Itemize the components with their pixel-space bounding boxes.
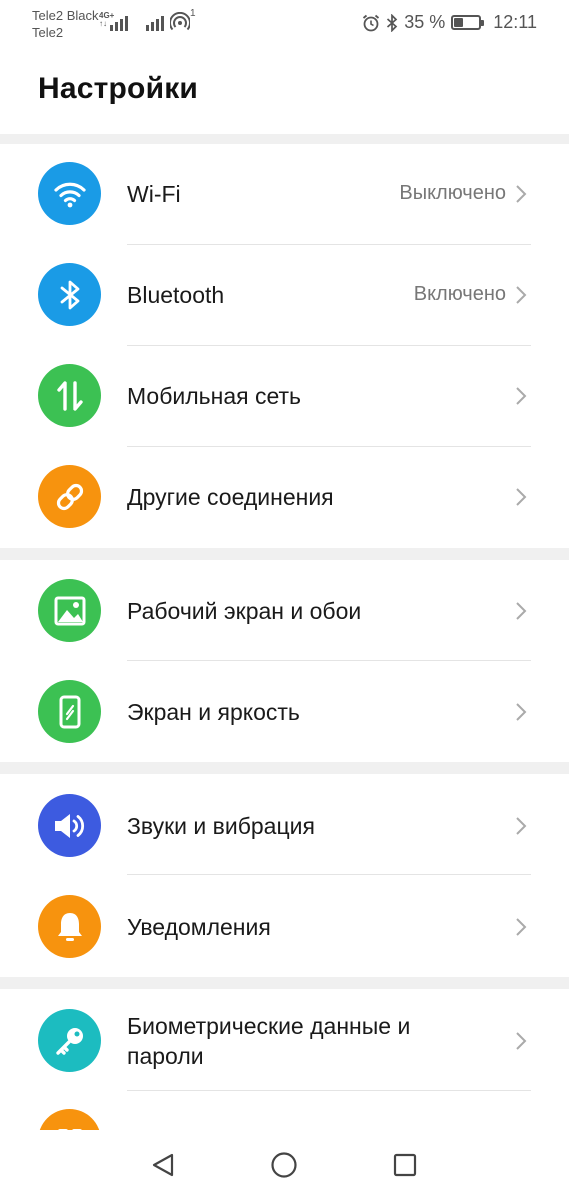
clock: 12:11: [493, 12, 537, 32]
settings-item-label: Wi-Fi: [127, 181, 181, 207]
mobile-data-icon: [38, 364, 101, 427]
settings-item-apps[interactable]: [0, 1091, 569, 1130]
sound-icon: [38, 794, 101, 857]
settings-item-label: Биометрические данные и: [127, 1013, 411, 1039]
settings-item-sounds[interactable]: Звуки и вибрация: [0, 774, 569, 875]
settings-item-other-connections[interactable]: Другие соединения: [0, 447, 569, 548]
battery-percent: 35 %: [404, 12, 446, 32]
wifi-status-value: Выключено: [399, 182, 506, 204]
apps-icon: [38, 1109, 101, 1130]
battery-icon: [451, 15, 485, 30]
group-separator: [0, 134, 569, 144]
bluetooth-status-value: Включено: [413, 283, 506, 305]
chevron-right-icon: [516, 817, 527, 835]
recents-button[interactable]: [390, 1150, 420, 1180]
status-bar: Tele2 Black Tele2 4G+ ↑↓ 1 35 % 12:11: [0, 0, 569, 48]
chevron-right-icon: [516, 488, 527, 506]
settings-item-notifications[interactable]: Уведомления: [0, 875, 569, 977]
settings-item-label: Мобильная сеть: [127, 383, 302, 409]
signal-icon: [110, 16, 128, 31]
back-triangle-icon: [152, 1153, 174, 1177]
chevron-right-icon: [516, 185, 527, 203]
wifi-icon: [38, 162, 101, 225]
settings-item-label: Звуки и вибрация: [127, 813, 315, 839]
chevron-right-icon: [516, 602, 527, 620]
key-icon: [38, 1009, 101, 1072]
home-button[interactable]: [269, 1150, 299, 1180]
carrier-name-2: Tele2: [32, 25, 64, 40]
settings-item-wifi[interactable]: Wi-Fi Выключено: [0, 144, 569, 245]
chevron-right-icon: [516, 387, 527, 405]
hotspot-icon: [170, 12, 190, 31]
settings-item-label: Другие соединения: [127, 484, 334, 510]
settings-item-bluetooth[interactable]: Bluetooth Включено: [0, 245, 569, 346]
chevron-right-icon: [516, 1032, 527, 1050]
display-icon: [38, 680, 101, 743]
recents-square-icon: [393, 1153, 417, 1177]
settings-item-label-line2: пароли: [127, 1043, 204, 1069]
settings-item-home-screen[interactable]: Рабочий экран и обои: [0, 560, 569, 661]
chevron-right-icon: [516, 918, 527, 936]
bluetooth-status-icon: [387, 13, 398, 32]
page-title: Настройки: [38, 72, 199, 105]
bell-icon: [38, 895, 101, 958]
status-right: 35 % 12:11: [362, 12, 537, 33]
group-separator: [0, 548, 569, 560]
chevron-right-icon: [516, 286, 527, 304]
settings-item-label: Экран и яркость: [127, 699, 300, 725]
settings-item-mobile-network[interactable]: Мобильная сеть: [0, 346, 569, 447]
settings-item-label: Рабочий экран и обои: [127, 598, 362, 624]
bluetooth-icon: [38, 263, 101, 326]
signal-icon: [146, 16, 164, 31]
group-separator: [0, 762, 569, 774]
link-icon: [38, 465, 101, 528]
alarm-icon: [363, 14, 380, 31]
hotspot-count: 1: [190, 8, 196, 19]
carrier-name-1: Tele2 Black: [32, 8, 99, 23]
settings-item-biometrics[interactable]: Биометрические данные и пароли: [0, 989, 569, 1091]
settings-item-display[interactable]: Экран и яркость: [0, 661, 569, 762]
navigation-bar: [0, 1130, 569, 1200]
group-separator: [0, 977, 569, 989]
settings-item-label: Bluetooth: [127, 282, 225, 308]
back-button[interactable]: [148, 1150, 178, 1180]
home-circle-icon: [271, 1152, 297, 1178]
settings-item-label: Уведомления: [127, 914, 271, 940]
wallpaper-icon: [38, 579, 101, 642]
chevron-right-icon: [516, 703, 527, 721]
